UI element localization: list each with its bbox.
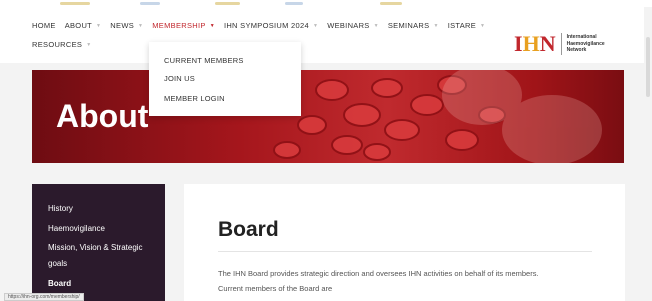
logo-mark: IHN: [514, 31, 556, 56]
logo-text: International Haemovigilance Network: [566, 34, 605, 54]
chevron-down-icon: ▼: [373, 22, 379, 29]
nav-item-news[interactable]: NEWS ▼: [110, 21, 143, 30]
chevron-down-icon: ▼: [312, 22, 319, 29]
nav-item-label: MEMBERSHIP: [152, 21, 206, 30]
hero-title: About: [56, 98, 149, 134]
main-nav-row-2: RESOURCES ▼: [32, 40, 100, 49]
ihn-logo[interactable]: IHN International Haemovigilance Network: [514, 33, 605, 55]
nav-item-label: RESOURCES: [32, 40, 83, 49]
nav-item-label: SEMINARS: [387, 21, 430, 30]
sidebar-item-haemovigilance[interactable]: Haemovigilance: [48, 224, 105, 233]
nav-item-resources[interactable]: RESOURCES ▼: [32, 40, 91, 49]
nav-item-home[interactable]: HOME: [32, 21, 56, 30]
main-content: Board The IHN Board provides strategic d…: [184, 184, 625, 301]
page-title: Board: [218, 218, 279, 241]
nav-item-label: NEWS: [110, 21, 134, 30]
dropdown-item-member-login[interactable]: MEMBER LOGIN: [164, 94, 225, 103]
logo-divider: [560, 33, 562, 55]
intro-paragraph: The IHN Board provides strategic directi…: [218, 269, 539, 293]
nav-item-label: IHN SYMPOSIUM 2024: [223, 21, 309, 30]
nav-item-about[interactable]: ABOUT ▼: [65, 21, 102, 30]
chevron-down-icon: ▼: [480, 22, 486, 29]
hero-banner: About: [32, 70, 624, 163]
nav-item-membership[interactable]: MEMBERSHIP ▼: [152, 21, 215, 30]
sidebar-item-board[interactable]: Board: [48, 279, 71, 288]
dropdown-item-current-members[interactable]: CURRENT MEMBERS: [164, 56, 244, 65]
chevron-down-icon: ▼: [96, 22, 102, 29]
nav-item-label: ISTARE: [447, 21, 477, 30]
dropdown-item-join-us[interactable]: JOIN US: [164, 74, 195, 83]
nav-item-seminars[interactable]: SEMINARS ▼: [388, 21, 439, 30]
chevron-down-icon: ▼: [138, 22, 144, 29]
link-status-bar: https://ihn-org.com/membership/: [4, 293, 84, 301]
title-divider: [218, 251, 592, 252]
chevron-down-icon: ▼: [209, 22, 215, 29]
main-nav-row-1: HOME ABOUT ▼ NEWS ▼ MEMBERSHIP ▼ IHN SYMPOSIUM …: [32, 21, 494, 30]
nav-item-label: WEBINARS: [327, 21, 370, 30]
sidebar-item-mission[interactable]: Mission, Vision & Strategic: [48, 243, 143, 252]
nav-item-ihn-symposium-2024[interactable]: IHN SYMPOSIUM 2024 ▼: [224, 21, 318, 30]
nav-item-webinars[interactable]: WEBINARS ▼: [327, 21, 379, 30]
nav-item-label: ABOUT: [64, 21, 93, 30]
membership-dropdown: CURRENT MEMBERS JOIN US MEMBER LOGIN: [149, 42, 301, 116]
site-header: IHN International Haemovigilance Network: [0, 7, 652, 63]
sidebar-item-history[interactable]: History: [48, 204, 73, 213]
nav-item-label: HOME: [32, 21, 56, 30]
about-sidebar: History Haemovigilance Mission, Vision &…: [32, 184, 165, 301]
top-toolbar-strip: [0, 0, 652, 7]
scrollbar-thumb[interactable]: [646, 37, 650, 97]
chevron-down-icon: ▼: [86, 41, 92, 48]
page-scrollbar[interactable]: [644, 7, 652, 301]
nav-item-istare[interactable]: ISTARE ▼: [448, 21, 486, 30]
chevron-down-icon: ▼: [433, 22, 439, 29]
sidebar-item-mission-cont[interactable]: goals: [48, 259, 67, 268]
